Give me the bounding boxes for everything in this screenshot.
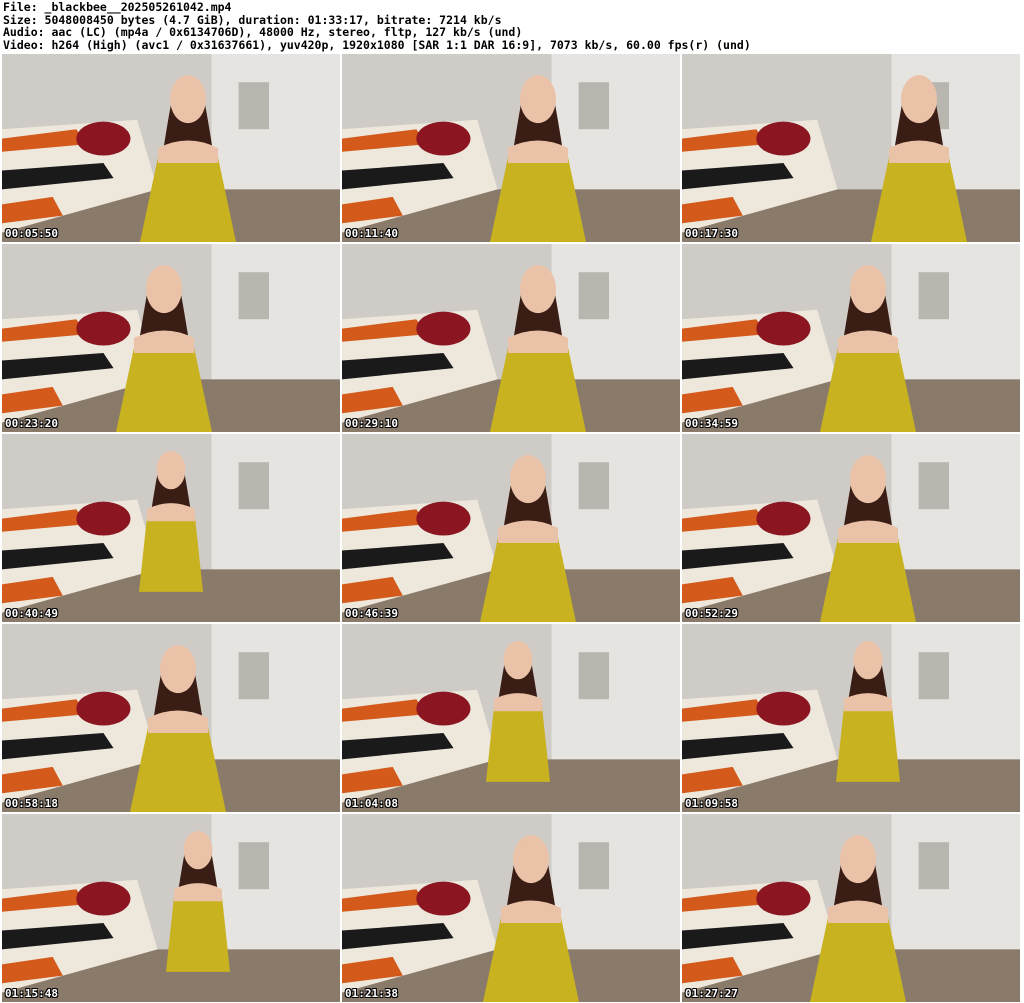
video-thumbnail: 00:46:39 <box>342 434 680 622</box>
frame-scene <box>2 54 340 242</box>
thumbnail-timestamp: 00:29:10 <box>345 417 398 430</box>
frame-scene <box>2 814 340 1002</box>
file-info-header: File: _blackbee__202505261042.mp4 Size: … <box>3 1 1021 52</box>
frame-scene <box>342 624 680 812</box>
video-thumbnail: 00:11:40 <box>342 54 680 242</box>
thumbnail-timestamp: 00:23:20 <box>5 417 58 430</box>
video-thumbnail: 00:29:10 <box>342 244 680 432</box>
frame-scene <box>682 54 1020 242</box>
frame-scene <box>342 54 680 242</box>
frame-scene <box>682 244 1020 432</box>
video-thumbnail: 01:27:27 <box>682 814 1020 1002</box>
thumbnail-timestamp: 00:58:18 <box>5 797 58 810</box>
thumbnail-timestamp: 01:21:38 <box>345 987 398 1000</box>
thumbnail-timestamp: 00:34:59 <box>685 417 738 430</box>
thumbnail-timestamp: 00:40:49 <box>5 607 58 620</box>
frame-scene <box>2 624 340 812</box>
thumbnail-timestamp: 00:52:29 <box>685 607 738 620</box>
video-info-line: Video: h264 (High) (avc1 / 0x31637661), … <box>3 38 751 53</box>
video-thumbnail: 00:40:49 <box>2 434 340 622</box>
video-thumbnail: 01:04:08 <box>342 624 680 812</box>
thumbnail-timestamp: 01:27:27 <box>685 987 738 1000</box>
thumbnail-timestamp: 00:46:39 <box>345 607 398 620</box>
video-thumbnail: 01:09:58 <box>682 624 1020 812</box>
frame-scene <box>682 434 1020 622</box>
thumbnail-timestamp: 01:09:58 <box>685 797 738 810</box>
thumbnail-grid: 00:05:50 00:11:40 00:17:30 00:23:20 00:2… <box>2 54 1022 1002</box>
thumbnail-timestamp: 01:15:48 <box>5 987 58 1000</box>
thumbnail-timestamp: 00:11:40 <box>345 227 398 240</box>
video-thumbnail: 00:58:18 <box>2 624 340 812</box>
video-thumbnail: 00:23:20 <box>2 244 340 432</box>
frame-scene <box>342 434 680 622</box>
video-thumbnail: 01:21:38 <box>342 814 680 1002</box>
video-thumbnail: 00:52:29 <box>682 434 1020 622</box>
thumbnail-timestamp: 00:05:50 <box>5 227 58 240</box>
frame-scene <box>2 244 340 432</box>
frame-scene <box>682 624 1020 812</box>
thumbnail-timestamp: 00:17:30 <box>685 227 738 240</box>
frame-scene <box>342 244 680 432</box>
video-thumbnail: 01:15:48 <box>2 814 340 1002</box>
frame-scene <box>2 434 340 622</box>
frame-scene <box>342 814 680 1002</box>
video-thumbnail: 00:34:59 <box>682 244 1020 432</box>
video-thumbnail: 00:05:50 <box>2 54 340 242</box>
frame-scene <box>682 814 1020 1002</box>
file-name-line: File: _blackbee__202505261042.mp4 <box>3 0 232 14</box>
video-thumbnail: 00:17:30 <box>682 54 1020 242</box>
thumbnail-timestamp: 01:04:08 <box>345 797 398 810</box>
